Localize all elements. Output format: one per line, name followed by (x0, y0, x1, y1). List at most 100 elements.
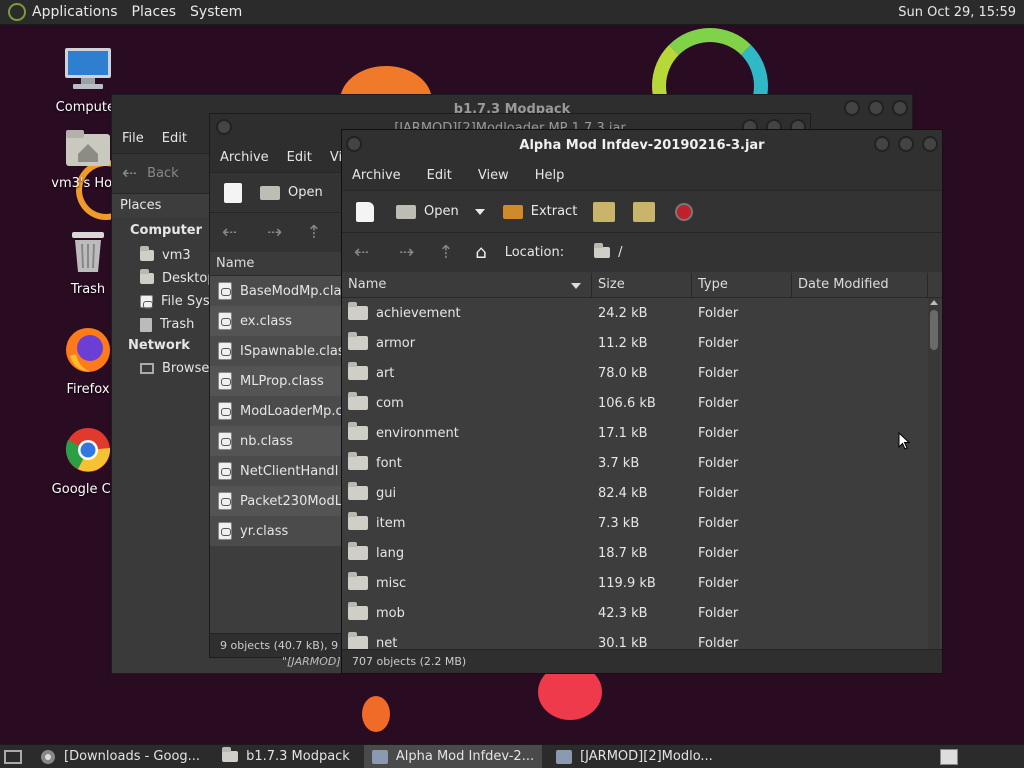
folder-icon (348, 452, 368, 470)
close-icon[interactable] (892, 100, 908, 116)
list-item[interactable]: misc 119.9 kB Folder (342, 568, 942, 598)
stop-icon[interactable] (675, 202, 694, 221)
vertical-scrollbar[interactable] (928, 298, 940, 664)
network-icon (140, 363, 154, 374)
minimize-icon[interactable] (874, 136, 890, 152)
scrollbar-thumb[interactable] (930, 310, 938, 350)
back-arrow-icon[interactable]: ⇠ (222, 222, 237, 243)
class-file-icon (218, 522, 232, 540)
list-item[interactable]: achievement 24.2 kB Folder (342, 298, 942, 328)
menu-applications[interactable]: Applications (32, 4, 118, 20)
menu-places[interactable]: Places (132, 4, 177, 20)
distro-logo-icon[interactable] (8, 3, 26, 21)
open-button[interactable]: Open (396, 204, 459, 219)
window-titlebar[interactable]: Alpha Mod Infdev-20190216-3.jar (342, 130, 942, 160)
new-archive-icon[interactable] (224, 182, 242, 203)
extract-button[interactable]: Extract (502, 204, 577, 219)
class-file-icon (218, 432, 232, 450)
class-file-icon (218, 492, 232, 510)
class-file-icon (218, 312, 232, 330)
folder-icon (348, 572, 368, 590)
task-modpack-folder[interactable]: b1.7.3 Modpack (214, 745, 358, 768)
class-file-icon (218, 282, 232, 300)
show-desktop-icon[interactable] (4, 749, 22, 764)
column-size[interactable]: Size (592, 272, 692, 297)
maximize-icon[interactable] (868, 100, 884, 116)
menu-file[interactable]: File (122, 131, 144, 146)
location-field[interactable]: / (594, 243, 622, 260)
menu-archive[interactable]: Archive (352, 168, 401, 183)
trash-icon (72, 232, 104, 272)
home-icon (140, 246, 154, 261)
clock[interactable]: Sun Oct 29, 15:59 (898, 5, 1016, 20)
column-name[interactable]: Name (342, 272, 592, 297)
list-item[interactable]: environment 17.1 kB Folder (342, 418, 942, 448)
class-file-icon (218, 372, 232, 390)
menu-help[interactable]: Help (535, 168, 565, 183)
folder-icon (348, 302, 368, 320)
menu-edit[interactable]: Edit (427, 168, 452, 183)
folder-icon (348, 512, 368, 530)
column-name[interactable]: Name (210, 251, 350, 276)
navigation-bar: ⇠ ⇢ ⇡ ⌂ Location: / (342, 232, 942, 272)
add-files-icon[interactable] (593, 201, 616, 222)
open-folder-icon (396, 204, 416, 219)
folder-icon (594, 243, 611, 258)
menu-icon[interactable] (346, 136, 362, 152)
location-label: Location: (504, 245, 565, 260)
folder-icon (348, 332, 368, 350)
up-arrow-icon[interactable]: ⇡ (306, 222, 321, 243)
menu-system[interactable]: System (190, 4, 242, 20)
extract-icon (502, 204, 523, 219)
desktop-icon (140, 269, 154, 284)
sort-descending-icon (571, 282, 581, 289)
class-file-icon (218, 342, 232, 360)
list-item[interactable]: gui 82.4 kB Folder (342, 478, 942, 508)
new-archive-icon[interactable] (356, 201, 374, 222)
window-alpha-mod-archive[interactable]: Alpha Mod Infdev-20190216-3.jar Archive … (341, 129, 943, 674)
workspace-switcher-icon[interactable] (940, 749, 958, 765)
list-item[interactable]: lang 18.7 kB Folder (342, 538, 942, 568)
computer-icon (65, 48, 111, 89)
list-item[interactable]: font 3.7 kB Folder (342, 448, 942, 478)
back-arrow-icon: ⇠ (122, 163, 138, 184)
trash-small-icon (140, 317, 152, 332)
scroll-up-icon[interactable] (930, 300, 938, 305)
list-item[interactable]: mob 42.3 kB Folder (342, 598, 942, 628)
list-item[interactable]: com 106.6 kB Folder (342, 388, 942, 418)
column-date-modified[interactable]: Date Modified (792, 272, 928, 297)
minimize-icon[interactable] (844, 100, 860, 116)
forward-arrow-icon[interactable]: ⇢ (267, 222, 282, 243)
list-item[interactable]: item 7.3 kB Folder (342, 508, 942, 538)
list-item[interactable]: armor 11.2 kB Folder (342, 328, 942, 358)
class-file-icon (218, 462, 232, 480)
add-folder-icon[interactable] (633, 201, 656, 222)
back-button[interactable]: ⇠ Back (122, 163, 179, 184)
drive-icon (140, 295, 153, 309)
menu-edit[interactable]: Edit (287, 150, 312, 165)
home-folder-icon (66, 130, 110, 166)
file-list: achievement 24.2 kB Folder armor 11.2 kB Fol… (342, 298, 942, 664)
maximize-icon[interactable] (898, 136, 914, 152)
menu-edit[interactable]: Edit (162, 131, 187, 146)
list-header: Name Size Type Date Modified (342, 272, 942, 298)
forward-arrow-icon[interactable]: ⇢ (399, 242, 414, 263)
open-dropdown-chevron-icon[interactable] (474, 208, 485, 215)
archive-icon (556, 749, 573, 764)
menu-view[interactable]: View (478, 168, 509, 183)
column-type[interactable]: Type (692, 272, 792, 297)
task-jarmod-archive[interactable]: [JARMOD][2]Modlo... (548, 745, 721, 768)
taskbar: [Downloads - Goog... b1.7.3 Modpack Alph… (0, 744, 1024, 768)
close-icon[interactable] (922, 136, 938, 152)
list-item[interactable]: art 78.0 kB Folder (342, 358, 942, 388)
menu-icon[interactable] (216, 119, 232, 135)
menu-archive[interactable]: Archive (220, 150, 269, 165)
task-alpha-mod-archive[interactable]: Alpha Mod Infdev-2... (363, 744, 543, 768)
chrome-icon (65, 428, 111, 472)
open-button[interactable]: Open (260, 185, 323, 200)
toolbar: Open Extract (342, 190, 942, 232)
home-icon[interactable]: ⌂ (475, 242, 486, 263)
task-chrome-downloads[interactable]: [Downloads - Goog... (32, 745, 208, 768)
up-arrow-icon[interactable]: ⇡ (438, 242, 453, 263)
back-arrow-icon[interactable]: ⇠ (354, 242, 369, 263)
